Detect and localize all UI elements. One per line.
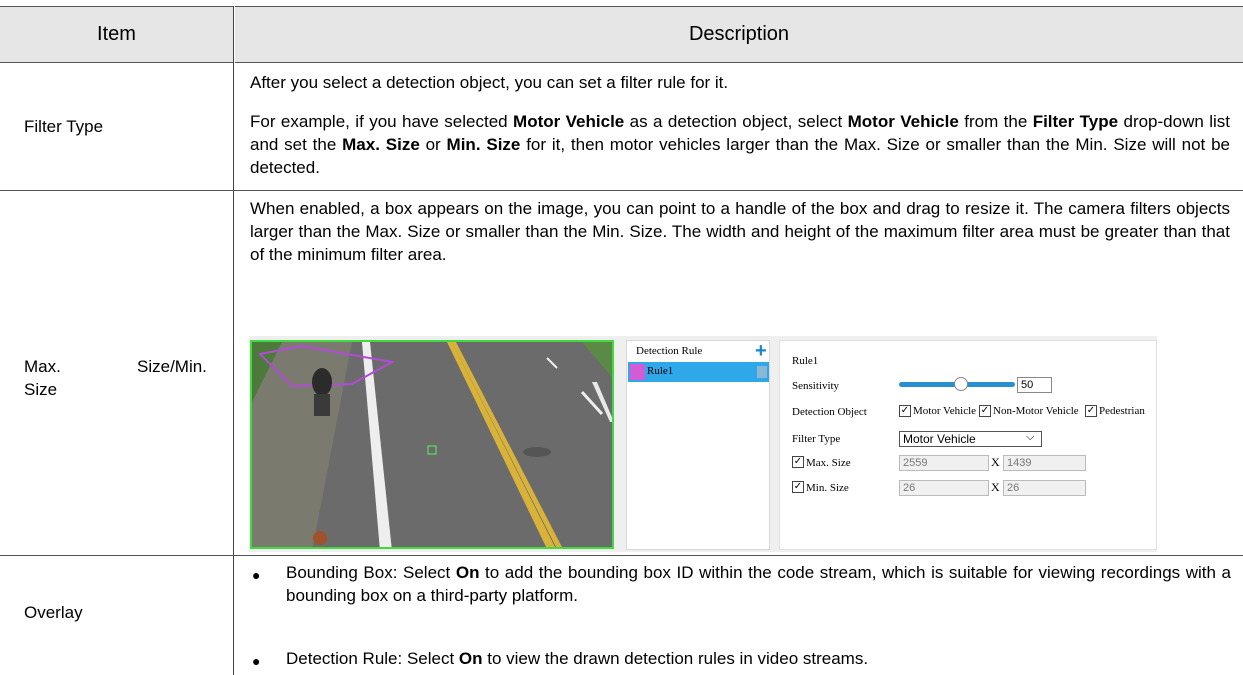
sensitivity-value[interactable]: 50	[1017, 377, 1052, 393]
filter-type-label: Filter Type	[792, 433, 841, 445]
row-size-item-line2: Size	[24, 380, 58, 399]
overlay-bullet-1: Bounding Box: Select On to add the bound…	[286, 563, 1232, 605]
detection-object-label: Detection Object	[792, 406, 867, 418]
rule-color-swatch	[630, 364, 645, 380]
motor-vehicle-label: Motor Vehicle	[913, 405, 977, 417]
max-height-field[interactable]: 1439	[1003, 455, 1086, 471]
non-motor-vehicle-label: Non-Motor Vehicle	[993, 405, 1079, 417]
max-size-checkbox[interactable]: ✓	[792, 456, 804, 468]
add-rule-icon[interactable]: +	[755, 340, 767, 363]
row-size-item-line1-a: Max.	[24, 357, 61, 376]
sensitivity-label: Sensitivity	[792, 380, 840, 392]
column-divider	[233, 6, 234, 675]
rule-list-title: Detection Rule	[636, 345, 703, 357]
filter-type-para-2: For example, if you have selected Motor …	[250, 112, 1231, 177]
filter-type-select[interactable]: Motor Vehicle	[899, 431, 1042, 447]
delete-icon[interactable]	[757, 366, 767, 378]
header-description: Description	[235, 6, 1243, 63]
min-x-separator: X	[991, 480, 1000, 494]
row-size-item-line1-b: Size/Min.	[137, 357, 207, 376]
row-separator	[0, 555, 1243, 556]
max-x-separator: X	[991, 455, 1000, 469]
chevron-down-icon[interactable]: ⌵	[1026, 431, 1034, 444]
pedestrian-checkbox[interactable]: ✓	[1085, 405, 1097, 417]
non-motor-vehicle-checkbox[interactable]: ✓	[979, 405, 991, 417]
min-height-field[interactable]: 26	[1003, 480, 1086, 496]
pedestrian-label: Pedestrian	[1099, 405, 1145, 417]
overlay-bullet-2: Detection Rule: Select On to view the dr…	[286, 649, 869, 668]
bullet-dot: ●	[252, 653, 261, 669]
header-item: Item	[0, 6, 233, 63]
size-para: When enabled, a box appears on the image…	[250, 199, 1230, 264]
rule-item-label: Rule1	[647, 365, 674, 377]
video-preview	[250, 340, 614, 549]
config-title: Rule1	[792, 355, 819, 367]
motor-vehicle-checkbox[interactable]: ✓	[899, 405, 911, 417]
road-scene	[252, 342, 612, 547]
row-filter-type-item: Filter Type	[24, 117, 104, 136]
min-width-field[interactable]: 26	[899, 480, 989, 496]
min-size-checkbox[interactable]: ✓	[792, 481, 804, 493]
filter-type-para-1: After you select a detection object, you…	[250, 73, 729, 92]
bullet-dot: ●	[252, 567, 261, 583]
sensitivity-slider-knob[interactable]	[954, 377, 968, 391]
min-size-label: Min. Size	[806, 482, 849, 494]
row-separator	[0, 190, 1243, 191]
max-width-field[interactable]: 2559	[899, 455, 989, 471]
max-size-label: Max. Size	[806, 457, 851, 469]
description-table: Item Description Filter Type After you s…	[0, 0, 1243, 675]
row-overlay-item: Overlay	[24, 603, 83, 622]
